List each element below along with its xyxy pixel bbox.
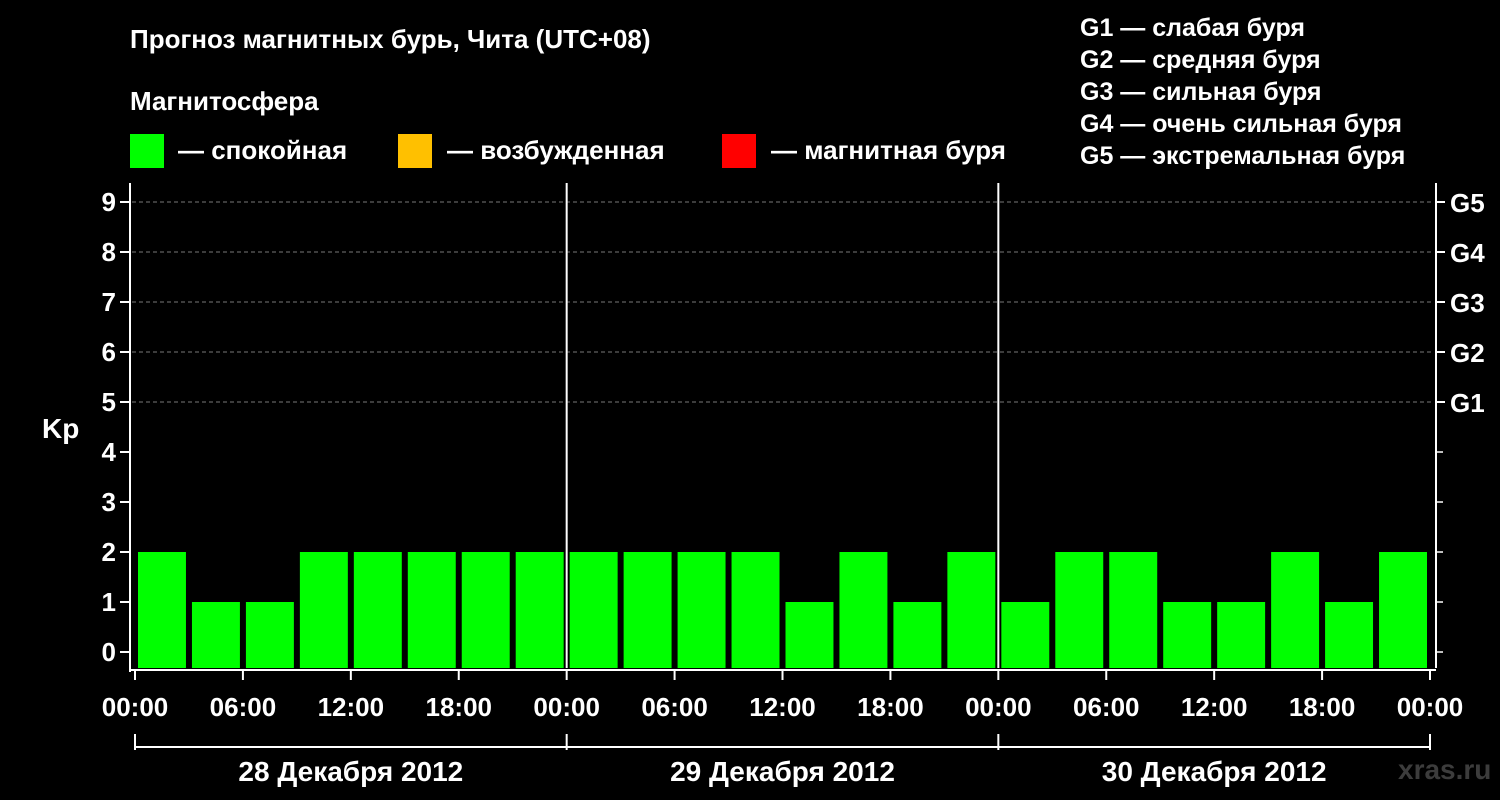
kp-bar: [245, 602, 294, 668]
x-tick-label: 06:00: [1073, 692, 1140, 722]
x-tick-label: 00:00: [1397, 692, 1464, 722]
kp-bar: [569, 552, 618, 668]
kp-bar: [623, 552, 672, 668]
g-tick-label: G4: [1450, 238, 1485, 268]
kp-bar: [1217, 602, 1266, 668]
x-tick-label: 18:00: [426, 692, 493, 722]
date-label: 29 Декабря 2012: [670, 756, 895, 787]
kp-bar: [515, 552, 564, 668]
y-tick-label: 2: [102, 537, 116, 567]
kp-bar: [191, 602, 240, 668]
kp-bar: [1109, 552, 1158, 668]
y-tick-label: 0: [102, 637, 116, 667]
date-label: 28 Декабря 2012: [238, 756, 463, 787]
x-tick-label: 06:00: [210, 692, 277, 722]
x-tick-label: 00:00: [533, 692, 600, 722]
y-tick-label: 7: [102, 287, 116, 317]
kp-bar: [947, 552, 996, 668]
date-label: 30 Декабря 2012: [1102, 756, 1327, 787]
x-tick-label: 12:00: [1181, 692, 1248, 722]
y-axis-label: Kp: [42, 413, 79, 444]
y-tick-label: 9: [102, 187, 116, 217]
kp-chart: 0 1 2 3 4 5 6 7 8 9 G1 G2 G3 G4 G5 Kp 00:00 06:00 12:00 18:…: [42, 183, 1485, 787]
g-tick-label: G1: [1450, 388, 1485, 418]
kp-bar: [1379, 552, 1427, 668]
g-tick-label: G3: [1450, 288, 1485, 318]
kp-bar: [353, 552, 402, 668]
kp-bar: [1163, 602, 1212, 668]
kp-bar: [677, 552, 726, 668]
y-tick-label: 3: [102, 487, 116, 517]
grid-layer: [132, 201, 1434, 403]
x-tick-label: 00:00: [965, 692, 1032, 722]
kp-bar: [461, 552, 510, 668]
kp-bar: [731, 552, 780, 668]
kp-bar: [1325, 602, 1374, 668]
bars-layer: [138, 552, 1427, 668]
kp-bar: [299, 552, 348, 668]
kp-bar: [138, 552, 186, 668]
x-tick-label: 12:00: [318, 692, 385, 722]
labels-layer: 0 1 2 3 4 5 6 7 8 9 G1 G2 G3 G4 G5 Kp 00:00 06:00 12:00 18:…: [42, 187, 1485, 787]
kp-bar: [785, 602, 834, 668]
kp-bar: [1055, 552, 1104, 668]
kp-bar: [839, 552, 888, 668]
x-tick-label: 18:00: [1289, 692, 1356, 722]
y-tick-label: 1: [102, 587, 116, 617]
x-tick-label: 18:00: [857, 692, 924, 722]
g-tick-label: G5: [1450, 188, 1485, 218]
y-tick-label: 4: [102, 437, 117, 467]
y-tick-label: 5: [102, 387, 116, 417]
kp-bar: [893, 602, 942, 668]
kp-bar: [1271, 552, 1320, 668]
kp-bar: [1001, 602, 1050, 668]
watermark: xras.ru: [1398, 754, 1492, 785]
g-tick-label: G2: [1450, 338, 1485, 368]
y-tick-label: 8: [102, 237, 116, 267]
x-tick-label: 00:00: [102, 692, 169, 722]
kp-bar: [407, 552, 456, 668]
x-tick-label: 12:00: [749, 692, 816, 722]
y-tick-label: 6: [102, 337, 116, 367]
x-tick-label: 06:00: [641, 692, 708, 722]
